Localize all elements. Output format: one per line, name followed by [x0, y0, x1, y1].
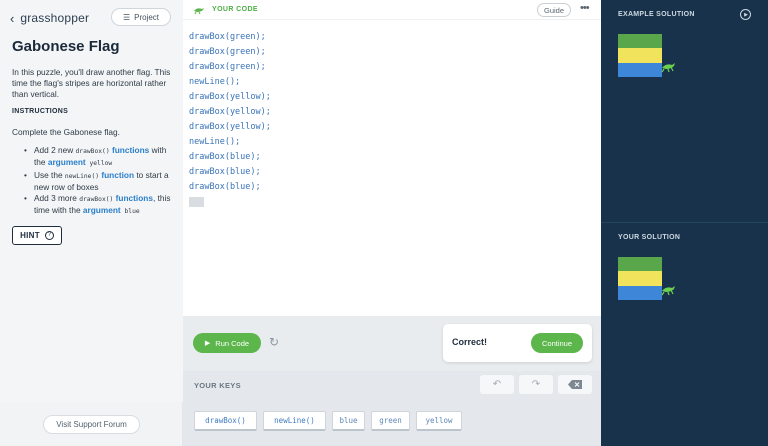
code-line[interactable]: drawBox(yellow); [189, 105, 271, 120]
run-code-button[interactable]: ▶ Run Code [193, 333, 261, 353]
code-cursor-line[interactable] [189, 195, 271, 210]
redo-button[interactable]: ↷ [519, 375, 553, 394]
continue-button[interactable]: Continue [531, 333, 583, 353]
brand-link[interactable]: ‹ grasshopper [10, 9, 89, 27]
task-text: Complete the Gabonese flag. [12, 127, 120, 137]
result-card: Correct! Continue [443, 324, 592, 362]
flag-stripe [618, 271, 662, 286]
insertion-cursor [189, 196, 204, 207]
grasshopper-icon [661, 63, 675, 73]
flag-stripe [618, 48, 662, 63]
code-line[interactable]: drawBox(blue); [189, 150, 271, 165]
flag-stripe [618, 257, 662, 272]
code-line[interactable]: drawBox(green); [189, 60, 271, 75]
code-line[interactable]: drawBox(blue); [189, 165, 271, 180]
your-solution-label: YOUR SOLUTION [618, 234, 681, 241]
code-line[interactable]: drawBox(green); [189, 45, 271, 60]
flag-stripe [618, 62, 662, 77]
key-drawbox[interactable]: drawBox() [194, 411, 257, 431]
lesson-panel: ‹ grasshopper ☰ Project Gabonese Flag In… [0, 0, 183, 446]
lesson-content: ‹ grasshopper ☰ Project Gabonese Flag In… [0, 0, 183, 402]
panel-divider [601, 222, 768, 223]
your-keys-label: YOUR KEYS [194, 381, 241, 390]
chevron-left-icon: ‹ [10, 10, 15, 26]
editor-panel: YOUR CODE Guide ••• drawBox(green); draw… [183, 0, 601, 446]
undo-button[interactable]: ↶ [480, 375, 514, 394]
run-code-label: Run Code [215, 338, 250, 348]
code-line[interactable]: drawBox(blue); [189, 180, 271, 195]
keys-panel: YOUR KEYS ↶ ↷ drawBox() newLine() blue g… [183, 371, 601, 446]
project-label: Project [134, 12, 160, 22]
backspace-icon [568, 380, 582, 389]
question-icon: ? [44, 231, 54, 240]
your-code-label: YOUR CODE [212, 6, 258, 13]
list-icon: ☰ [122, 12, 131, 22]
key-blue[interactable]: blue [332, 411, 365, 431]
instruction-list: Add 2 new drawBox() functions with the a… [22, 145, 174, 218]
instruction-item: Add 2 new drawBox() functions with the a… [22, 145, 174, 169]
delete-button[interactable] [558, 375, 592, 394]
code-line[interactable]: newLine(); [189, 75, 271, 90]
brand-name: grasshopper [20, 11, 90, 25]
code-editor[interactable]: drawBox(green); drawBox(green); drawBox(… [189, 30, 271, 210]
project-button[interactable]: ☰ Project [111, 8, 171, 26]
code-line[interactable]: drawBox(yellow); [189, 120, 271, 135]
lesson-title: Gabonese Flag [12, 38, 120, 55]
play-example-icon[interactable]: ▶ [740, 9, 751, 20]
reset-icon[interactable]: ↻ [269, 335, 279, 349]
guide-button[interactable]: Guide [537, 3, 571, 17]
grasshopper-icon [661, 286, 675, 296]
run-bar: ▶ Run Code ↻ Correct! Continue [183, 316, 601, 371]
hint-label: HINT [20, 231, 40, 240]
instruction-item: Use the newLine() function to start a ne… [22, 170, 174, 192]
play-icon: ▶ [204, 340, 211, 347]
code-line[interactable]: drawBox(green); [189, 30, 271, 45]
key-newline[interactable]: newLine() [263, 411, 326, 431]
solution-panel: EXAMPLE SOLUTION ▶ YOUR SOLUTION [601, 0, 768, 446]
editor-header: YOUR CODE Guide ••• [183, 0, 601, 20]
key-green[interactable]: green [371, 411, 410, 431]
key-yellow[interactable]: yellow [416, 411, 462, 431]
support-forum-button[interactable]: Visit Support Forum [43, 415, 140, 434]
redo-icon: ↷ [531, 379, 541, 390]
instructions-heading: INSTRUCTIONS [12, 108, 69, 115]
flag-stripe [618, 34, 662, 49]
more-options-icon[interactable]: ••• [580, 2, 590, 14]
lesson-intro: In this puzzle, you'll draw another flag… [12, 67, 171, 99]
example-solution-label: EXAMPLE SOLUTION [618, 11, 695, 18]
hint-button[interactable]: HINT ? [12, 226, 62, 245]
example-flag [618, 34, 662, 77]
flag-stripe [618, 285, 662, 300]
code-line[interactable]: drawBox(yellow); [189, 90, 271, 105]
undo-icon: ↶ [492, 379, 502, 390]
grasshopper-icon [194, 8, 204, 14]
result-text: Correct! [452, 337, 488, 347]
your-flag [618, 257, 662, 300]
code-line[interactable]: newLine(); [189, 135, 271, 150]
instruction-item: Add 3 more drawBox() functions, this tim… [22, 193, 174, 217]
